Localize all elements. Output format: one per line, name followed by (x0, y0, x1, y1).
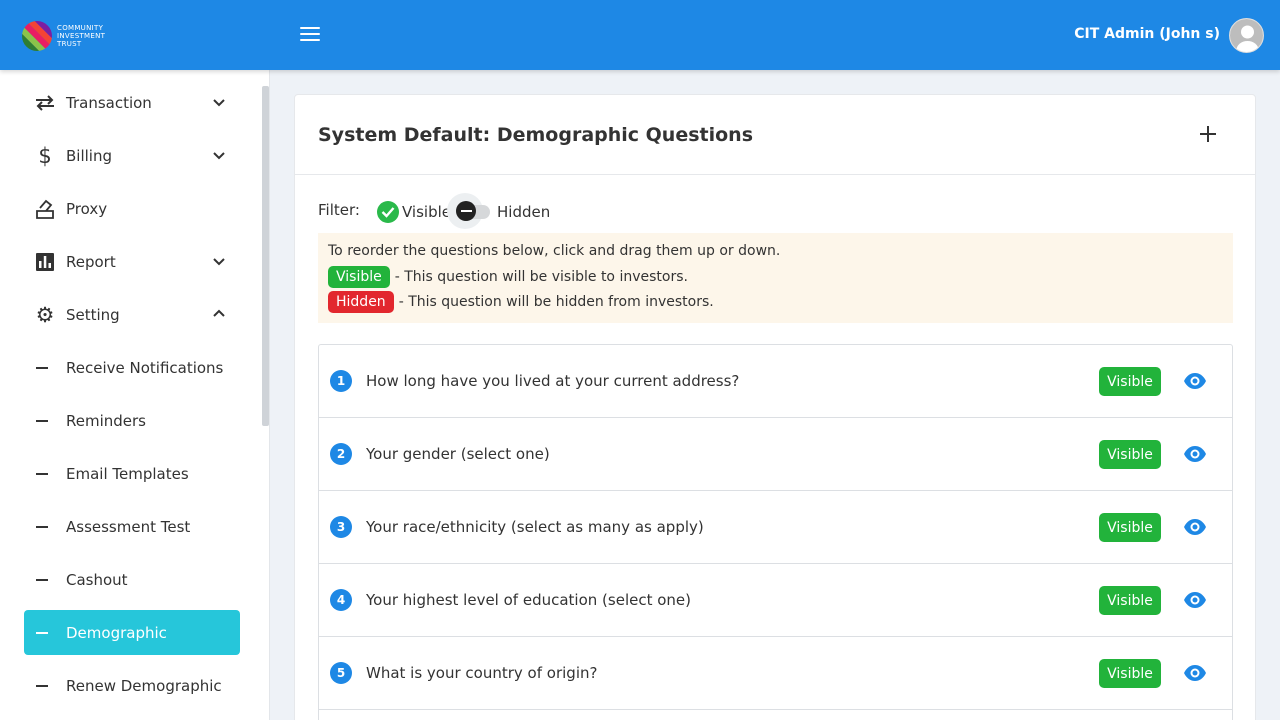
hidden-filter-toggle[interactable] (447, 192, 491, 230)
user-avatar-icon[interactable] (1229, 18, 1264, 53)
sidebar-item-label: Report (66, 252, 116, 271)
visible-legend-text: - This question will be visible to inves… (394, 269, 688, 285)
chevron-down-icon[interactable] (212, 95, 226, 109)
page-title: System Default: Demographic Questions (318, 124, 754, 146)
sidebar-item-report[interactable]: Report (24, 239, 240, 284)
status-badge[interactable]: Visible (1099, 586, 1161, 615)
sidebar-subitem-reminders[interactable]: Reminders (24, 398, 240, 443)
question-row[interactable]: 1 How long have you lived at your curren… (319, 345, 1232, 418)
logo[interactable]: COMMUNITY INVESTMENT TRUST (15, 14, 122, 58)
sidebar-subitem-label: Cashout (66, 570, 128, 589)
eye-icon[interactable] (1183, 590, 1207, 610)
transfer-arrows-icon (34, 92, 56, 114)
hidden-legend-text: - This question will be hidden from inve… (398, 294, 714, 310)
dash-icon (36, 578, 48, 581)
visible-legend: Visible - This question will be visible … (328, 266, 688, 288)
sidebar-item-label: Billing (66, 146, 112, 165)
sidebar-subitem-label: Reminders (66, 411, 146, 430)
sidebar-item-setting[interactable]: ⚙ Setting (24, 292, 240, 337)
sidebar-subitem-label: Assessment Test (66, 517, 191, 536)
sidebar-item-label: Proxy (66, 199, 108, 218)
sidebar-item-proxy[interactable]: Proxy (24, 186, 240, 231)
status-badge[interactable]: Visible (1099, 659, 1161, 688)
question-row[interactable]: 5 What is your country of origin? Visibl… (319, 637, 1232, 710)
sidebar-subitem-label: Email Templates (66, 464, 189, 483)
sidebar-subitem-demographic[interactable]: Demographic (24, 610, 240, 655)
question-text: Your highest level of education (select … (366, 591, 691, 609)
eye-icon[interactable] (1183, 444, 1207, 464)
logo-text: COMMUNITY INVESTMENT TRUST (57, 24, 106, 48)
question-text: Your gender (select one) (366, 445, 550, 463)
card-header: System Default: Demographic Questions (295, 95, 1255, 175)
sidebar-subitem-cashout[interactable]: Cashout (24, 557, 240, 602)
hidden-badge: Hidden (328, 291, 394, 313)
chevron-up-icon[interactable] (212, 307, 226, 321)
question-row[interactable]: 3 Your race/ethnicity (select as many as… (319, 491, 1232, 564)
status-badge[interactable]: Visible (1099, 367, 1161, 396)
bar-chart-icon (34, 251, 56, 273)
question-text: How long have you lived at your current … (366, 372, 740, 390)
sidebar-subitem-receive-notifications[interactable]: Receive Notifications (24, 345, 240, 390)
dash-icon (36, 525, 48, 528)
question-number: 4 (330, 589, 352, 611)
dash-icon (36, 631, 48, 634)
question-text: Your race/ethnicity (select as many as a… (366, 518, 704, 536)
top-bar: COMMUNITY INVESTMENT TRUST CIT Admin (Jo… (0, 0, 1280, 70)
sidebar: Transaction $ Billing Proxy Report ⚙ Set… (0, 70, 270, 720)
visible-filter-checkbox[interactable] (377, 201, 399, 223)
sidebar-subitem-assessment-test[interactable]: Assessment Test (24, 504, 240, 549)
chevron-down-icon[interactable] (212, 148, 226, 162)
hidden-filter-label: Hidden (497, 203, 551, 221)
eye-icon[interactable] (1183, 517, 1207, 537)
sidebar-item-billing[interactable]: $ Billing (24, 133, 240, 178)
question-list: 1 How long have you lived at your curren… (318, 344, 1233, 720)
status-badge[interactable]: Visible (1099, 440, 1161, 469)
sidebar-scrollbar[interactable] (262, 86, 269, 426)
question-number: 1 (330, 370, 352, 392)
demographic-questions-card: System Default: Demographic Questions Fi… (294, 94, 1256, 720)
sidebar-item-label: Setting (66, 305, 120, 324)
minus-icon (456, 201, 476, 221)
hidden-legend: Hidden - This question will be hidden fr… (328, 291, 714, 313)
info-notice: To reorder the questions below, click an… (318, 233, 1233, 323)
question-number: 3 (330, 516, 352, 538)
question-number: 5 (330, 662, 352, 684)
sidebar-subitem-renew-demographic[interactable]: Renew Demographic (24, 663, 240, 708)
question-number: 2 (330, 443, 352, 465)
question-text: What is your country of origin? (366, 664, 598, 682)
dash-icon (36, 419, 48, 422)
dash-icon (36, 472, 48, 475)
dash-icon (36, 366, 48, 369)
logo-mark (15, 14, 59, 58)
filter-label: Filter: (318, 201, 360, 219)
user-name[interactable]: CIT Admin (John s) (1074, 26, 1220, 42)
eye-icon[interactable] (1183, 663, 1207, 683)
hamburger-menu-icon[interactable] (300, 27, 320, 42)
question-row[interactable]: 2 Your gender (select one) Visible (319, 418, 1232, 491)
dash-icon (36, 684, 48, 687)
check-icon (381, 207, 395, 218)
sidebar-subitem-label: Demographic (66, 623, 167, 642)
sidebar-item-transaction[interactable]: Transaction (24, 80, 240, 125)
question-row[interactable]: 4 Your highest level of education (selec… (319, 564, 1232, 637)
sidebar-subitem-email-templates[interactable]: Email Templates (24, 451, 240, 496)
gear-icon: ⚙ (35, 302, 55, 327)
visible-badge: Visible (328, 266, 390, 288)
ballot-box-icon (34, 198, 56, 220)
plus-icon[interactable] (1199, 125, 1217, 143)
dollar-icon: $ (38, 143, 52, 168)
sidebar-subitem-label: Receive Notifications (66, 358, 224, 377)
visible-filter-label: Visible (402, 203, 451, 221)
sidebar-subitem-label: Renew Demographic (66, 676, 222, 695)
sidebar-item-label: Transaction (66, 93, 152, 112)
eye-icon[interactable] (1183, 371, 1207, 391)
reorder-instructions: To reorder the questions below, click an… (328, 243, 781, 259)
chevron-down-icon[interactable] (212, 254, 226, 268)
status-badge[interactable]: Visible (1099, 513, 1161, 542)
